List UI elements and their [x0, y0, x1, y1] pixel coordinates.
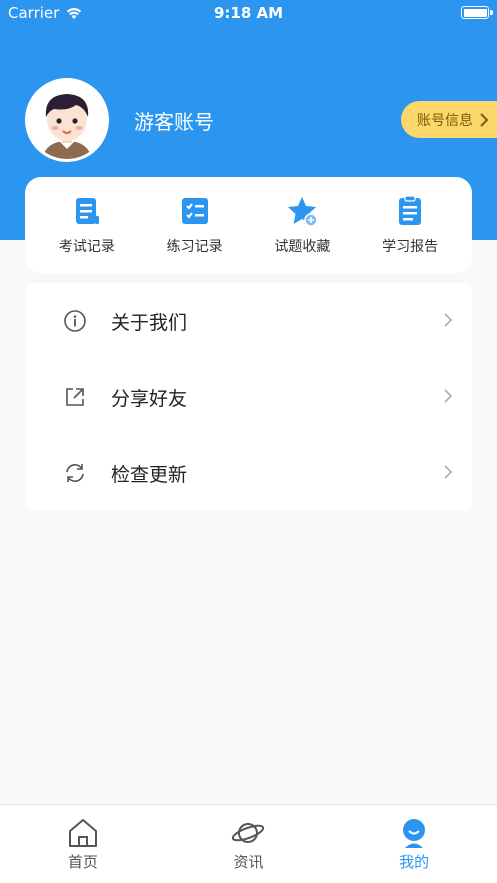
menu-item-check-update[interactable]: 检查更新	[25, 435, 472, 511]
account-info-button[interactable]: 账号信息	[401, 101, 497, 138]
tab-label: 资讯	[233, 853, 264, 871]
settings-menu: 关于我们 分享好友 检查更新	[25, 283, 472, 511]
chevron-right-icon	[444, 389, 453, 403]
quick-action-practice-record[interactable]: 练习记录	[145, 194, 245, 256]
menu-item-share[interactable]: 分享好友	[25, 359, 472, 435]
tab-news[interactable]: 资讯	[188, 805, 308, 883]
practice-record-icon	[181, 198, 208, 224]
quick-action-exam-record[interactable]: 考试记录	[37, 194, 137, 256]
study-report-icon	[399, 195, 422, 225]
share-icon	[66, 388, 84, 406]
status-time: 9:18 AM	[213, 4, 284, 22]
quick-actions-card: 考试记录 练习记录 试题收藏 学习报告	[25, 177, 472, 273]
tab-label: 首页	[67, 853, 98, 871]
battery-tip	[490, 10, 493, 15]
avatar-illustration	[28, 81, 106, 159]
exam-record-icon	[75, 198, 99, 224]
tab-bar: 首页 资讯 我的	[0, 804, 497, 883]
quick-action-label: 学习报告	[382, 239, 439, 255]
menu-item-label: 检查更新	[111, 463, 188, 486]
home-icon	[68, 819, 97, 847]
chevron-right-icon	[444, 465, 453, 479]
quick-action-label: 考试记录	[58, 239, 115, 255]
tab-home[interactable]: 首页	[23, 805, 143, 883]
tab-mine[interactable]: 我的	[354, 805, 474, 883]
profile-icon	[403, 819, 426, 848]
chevron-right-icon	[444, 313, 453, 327]
status-bar: Carrier 9:18 AM	[0, 0, 497, 26]
account-info-label: 账号信息	[417, 112, 473, 129]
quick-action-label: 试题收藏	[274, 239, 331, 255]
planet-icon	[232, 823, 265, 843]
battery-icon	[461, 6, 489, 19]
username: 游客账号	[134, 110, 214, 134]
quick-action-study-report[interactable]: 学习报告	[360, 194, 460, 256]
quick-action-favorites[interactable]: 试题收藏	[252, 194, 352, 256]
chevron-right-icon	[480, 112, 489, 127]
refresh-icon	[66, 464, 84, 482]
info-icon	[64, 310, 86, 332]
menu-item-label: 关于我们	[111, 311, 188, 334]
menu-item-about[interactable]: 关于我们	[25, 283, 472, 359]
tab-label: 我的	[399, 853, 430, 871]
avatar[interactable]	[25, 78, 109, 162]
quick-action-label: 练习记录	[166, 239, 223, 255]
menu-item-label: 分享好友	[111, 387, 188, 410]
favorite-star-icon	[288, 197, 319, 227]
